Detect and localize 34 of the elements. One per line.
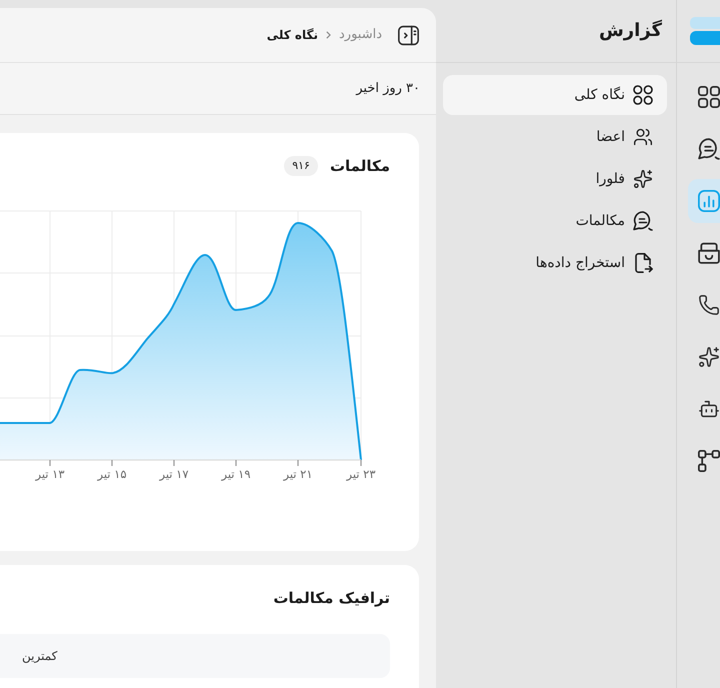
- chart-icon: [698, 190, 720, 212]
- logo-icon: [690, 17, 720, 45]
- sidebar-item[interactable]: اعضا: [443, 117, 667, 157]
- robot-icon: [698, 398, 720, 420]
- axis-label: ۲۳ تیر: [346, 467, 376, 481]
- sparkle-icon: [698, 346, 720, 368]
- flow-icon: [698, 450, 720, 472]
- grid-icon: [698, 86, 720, 108]
- file-export-icon: [633, 253, 653, 273]
- tray-icon: [698, 242, 720, 264]
- axis-label: ۱۳ تیر: [35, 467, 65, 481]
- sidebar-item[interactable]: استخراج داده‌ها: [443, 243, 667, 283]
- axis-label: ۱۹ تیر: [221, 467, 251, 481]
- phone-icon: [698, 294, 720, 316]
- card-title: ترافیک مکالمات: [273, 588, 390, 609]
- count-badge: ۹۱۶: [284, 156, 318, 176]
- axis-label: ۱۷ تیر: [159, 467, 189, 481]
- axis-label: ۱۵ تیر: [97, 467, 127, 481]
- breadcrumb-current: نگاه کلی: [266, 27, 318, 44]
- date-range-button[interactable]: ۳۰ روز اخیر: [356, 78, 420, 98]
- chat-icon: [698, 138, 720, 160]
- sidebar-title: گزارش: [598, 22, 662, 40]
- sparkle-icon: [633, 169, 653, 189]
- chat-icon: [633, 211, 653, 231]
- card-title: مکالمات: [330, 156, 390, 177]
- users-icon: [633, 127, 653, 147]
- sidebar-item[interactable]: فلورا: [443, 159, 667, 199]
- panel-toggle-icon[interactable]: [398, 24, 419, 46]
- circles-icon: [633, 85, 653, 105]
- legend-label: کمترین: [22, 648, 58, 665]
- sidebar-item[interactable]: مکالمات: [443, 201, 667, 241]
- chevron-icon: [326, 31, 331, 39]
- sidebar-item[interactable]: نگاه کلی: [443, 75, 667, 115]
- axis-label: ۲۱ تیر: [283, 467, 313, 481]
